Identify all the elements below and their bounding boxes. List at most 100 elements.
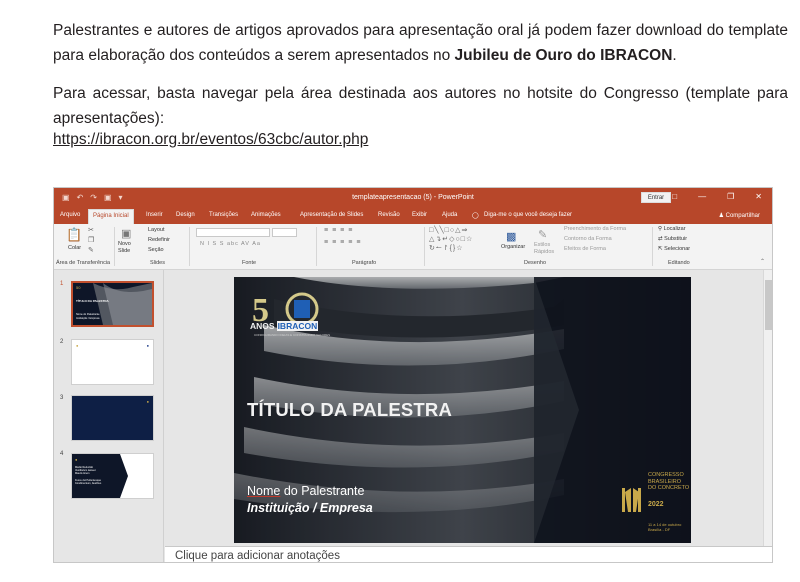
- congress-dates: 11 a 14 de outubro Brasília - DF: [648, 522, 681, 532]
- logo-anos: ANOS: [250, 321, 275, 331]
- congress-name: CONGRESSO BRASILEIRO DO CONCRETO: [648, 472, 689, 492]
- tab-animacoes[interactable]: Animações: [251, 212, 281, 218]
- paste-button[interactable]: Colar: [68, 245, 81, 251]
- format-painter-icon[interactable]: ✎: [88, 246, 94, 254]
- current-slide[interactable]: 5 ANOS IBRACON CONFIGURANDO IDEIAS E CONS…: [234, 277, 691, 543]
- slides-group-label: Slides: [150, 260, 165, 266]
- thumb3-logo-icon: ●: [146, 399, 149, 404]
- thumb4-line-3: Mauris lorem: [75, 472, 90, 476]
- new-slide-button[interactable]: Novo Slide: [118, 241, 140, 255]
- share-label: Compartilhar: [725, 213, 760, 219]
- congress-year: 2022: [648, 501, 664, 508]
- list-icons[interactable]: ≡≡≡≡: [324, 227, 356, 234]
- ribbon: 📋 Colar ✂ ❐ ✎ Área de Transferência ▣ No…: [54, 224, 772, 270]
- thumb4-logo-icon: ●: [75, 457, 78, 462]
- thumb4-text: Médio Reduzido Vestibulum laoreet Mauris…: [75, 466, 115, 485]
- align-icons[interactable]: ≡≡≡≡≡: [324, 239, 364, 246]
- copy-icon[interactable]: ❐: [88, 236, 94, 244]
- thumb1-title: TÍTULO DA PALESTRA: [76, 299, 109, 303]
- author-page-link[interactable]: https://ibracon.org.br/eventos/63cbc/aut…: [53, 131, 368, 149]
- separator: [424, 227, 425, 266]
- replace-label: Substituir: [664, 236, 688, 242]
- arrange-button[interactable]: Organizar: [501, 244, 525, 250]
- tab-exibir[interactable]: Exibir: [412, 212, 427, 218]
- shape-outline-button[interactable]: Contorno da Forma: [564, 236, 612, 242]
- separator: [652, 227, 653, 266]
- cut-icon[interactable]: ✂: [88, 226, 94, 234]
- reset-button[interactable]: Redefinir: [148, 237, 170, 243]
- ribbon-options-icon[interactable]: □: [672, 192, 677, 201]
- article: Palestrantes e autores de artigos aprova…: [53, 18, 788, 149]
- shapes-gallery-icon[interactable]: □╲╲□○△⇒: [429, 226, 468, 234]
- separator: [316, 227, 317, 266]
- tab-arquivo[interactable]: Arquivo: [60, 212, 80, 218]
- arrange-icon[interactable]: ▩: [506, 230, 516, 243]
- speaker-name-rest: do Palestrante: [280, 484, 365, 498]
- slide-thumbnail-3[interactable]: ●: [71, 395, 154, 441]
- thumb4-line-5: Condimentum, faucibus: [75, 482, 102, 486]
- lightbulb-icon: ◯: [472, 213, 479, 219]
- thumb2-congress-icon: ●: [146, 343, 149, 348]
- select-button[interactable]: ⇱ Selecionar: [658, 246, 690, 252]
- slide-title[interactable]: TÍTULO DA PALESTRA: [247, 399, 452, 421]
- paragraph-access: Para acessar, basta navegar pela área de…: [53, 85, 788, 127]
- sign-in-button[interactable]: Entrar: [641, 192, 671, 203]
- thumb-number-3: 3: [60, 395, 64, 401]
- tab-transicoes[interactable]: Transições: [209, 212, 238, 218]
- institution-name[interactable]: Instituição / Empresa: [247, 501, 373, 515]
- tab-ajuda[interactable]: Ajuda: [442, 212, 457, 218]
- logo-tagline: CONFIGURANDO IDEIAS E CONSTRUINDO VALORE…: [254, 333, 331, 337]
- congress-line-1: CONGRESSO: [648, 472, 684, 478]
- quick-styles-button[interactable]: Estilos Rápidos: [534, 242, 560, 256]
- new-slide-icon[interactable]: ▣: [121, 227, 131, 240]
- quick-styles-icon[interactable]: ✎: [538, 228, 547, 241]
- paragraph-intro: Palestrantes e autores de artigos aprova…: [53, 18, 788, 68]
- replace-button[interactable]: ⇄ Substituir: [658, 236, 687, 242]
- paste-icon[interactable]: 📋: [66, 227, 82, 243]
- collapse-ribbon-icon[interactable]: ⌃: [760, 258, 765, 265]
- shapes-gallery-row2-icon[interactable]: △↴↵◇○□☆: [429, 235, 473, 243]
- congress-line-3: DO CONCRETO: [648, 485, 690, 491]
- logo-org: IBRACON: [276, 321, 319, 331]
- separator: [189, 227, 190, 266]
- tab-pagina-inicial[interactable]: Página Inicial: [88, 209, 134, 224]
- slide-thumbnails-pane: 1 50 TÍTULO DA PALESTRA Nome do Palestra…: [54, 270, 164, 562]
- font-format-buttons[interactable]: N I S S abc AV Aa: [200, 241, 261, 247]
- close-icon[interactable]: ✕: [755, 192, 762, 201]
- drawing-group-label: Desenho: [524, 260, 547, 266]
- section-button[interactable]: Seção: [148, 247, 164, 253]
- tab-revisao[interactable]: Revisão: [378, 212, 400, 218]
- congress-place: Brasília - DF: [648, 527, 671, 532]
- intro-text: Palestrantes e autores de artigos aprova…: [53, 22, 788, 64]
- maximize-icon[interactable]: ❐: [727, 192, 734, 201]
- tell-me-box[interactable]: Diga-me o que você deseja fazer: [484, 212, 572, 218]
- slide-thumbnail-1[interactable]: 50 TÍTULO DA PALESTRA Nome do Palestrant…: [71, 281, 154, 327]
- shape-effects-button[interactable]: Efeitos de Forma: [564, 246, 606, 252]
- find-button[interactable]: ⚲ Localizar: [658, 226, 686, 232]
- font-size-box[interactable]: [272, 228, 297, 237]
- vertical-scrollbar[interactable]: [763, 270, 772, 546]
- svg-text:50: 50: [76, 285, 81, 290]
- minimize-icon[interactable]: —: [698, 192, 706, 201]
- layout-button[interactable]: Layout: [148, 227, 165, 233]
- powerpoint-window: ▣ ↶ ↷ ▣ ▾ templateapresentacao (5) - Pow…: [53, 187, 773, 563]
- shapes-gallery-row3-icon[interactable]: ↻↼↾{}☆: [429, 244, 464, 252]
- font-name-box[interactable]: [196, 228, 270, 237]
- share-button[interactable]: ♟ Compartilhar: [719, 212, 760, 219]
- shape-fill-button[interactable]: Preenchimento da Forma: [564, 226, 626, 232]
- slide-thumbnail-2[interactable]: ● ●: [71, 339, 154, 385]
- scrollbar-thumb[interactable]: [765, 280, 772, 330]
- slide-thumbnail-4[interactable]: ● Médio Reduzido Vestibulum laoreet Maur…: [71, 453, 154, 499]
- speaker-name-underlined: Nome: [247, 484, 281, 498]
- tab-design[interactable]: Design: [176, 212, 195, 218]
- thumb2-logo-icon: ●: [76, 343, 79, 348]
- separator: [114, 227, 115, 266]
- notes-pane[interactable]: Clique para adicionar anotações: [165, 546, 772, 562]
- clipboard-group-label: Área de Transferência: [56, 260, 111, 266]
- paragraph-group-label: Parágrafo: [352, 260, 377, 266]
- thumb1-institution: Instituição / Empresa: [76, 317, 100, 320]
- font-group-label: Fonte: [242, 260, 257, 266]
- speaker-name[interactable]: Nome do Palestrante: [247, 484, 364, 498]
- tab-apresentacao[interactable]: Apresentação de Slides: [300, 212, 363, 218]
- tab-inserir[interactable]: Inserir: [146, 212, 163, 218]
